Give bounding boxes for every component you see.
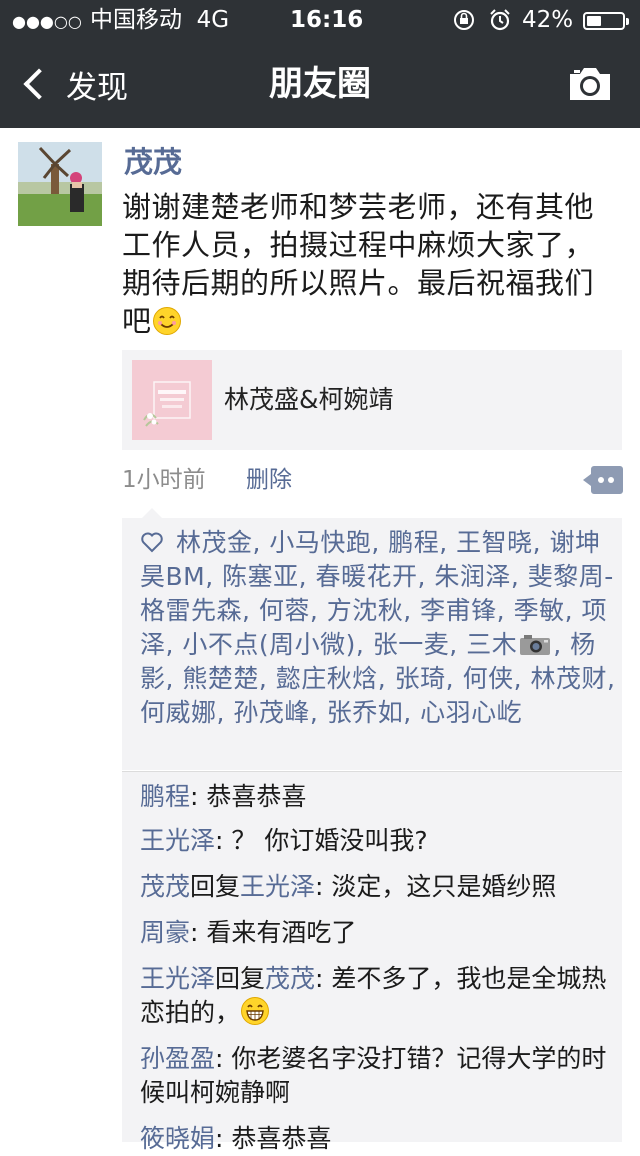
comment-item[interactable]: 王光泽: ？ 你订婚没叫我? <box>140 824 610 858</box>
comment-item[interactable]: 周豪: 看来有酒吃了 <box>140 916 610 950</box>
comment-text: : 淡定，这只是婚纱照 <box>315 872 557 901</box>
reply-word: 回复 <box>215 964 266 993</box>
likes-list: 林茂金, 小马快跑, 鹏程, 王智晓, 谢坤昊BM, 陈塞亚, 春暖花开, 朱润… <box>140 526 620 730</box>
rotation-lock-icon <box>452 8 476 38</box>
shared-link-card[interactable]: 林茂盛&柯婉靖 <box>122 350 622 450</box>
more-dots-icon <box>583 466 623 494</box>
likes-pointer <box>142 508 162 518</box>
carrier-name: 中国移动 <box>90 7 182 33</box>
post-author[interactable]: 茂茂 <box>124 142 182 182</box>
likes-section: 林茂金, 小马快跑, 鹏程, 王智晓, 谢坤昊BM, 陈塞亚, 春暖花开, 朱润… <box>122 508 622 770</box>
comment-item[interactable]: 茂茂回复王光泽: 淡定，这只是婚纱照 <box>140 870 610 904</box>
reply-to-name[interactable]: 王光泽 <box>240 872 315 901</box>
reply-to-name[interactable]: 茂茂 <box>265 964 315 993</box>
carrier-label: 中国移动 4G <box>90 7 229 33</box>
comment-action-button[interactable] <box>583 466 623 494</box>
link-thumbnail <box>132 360 212 440</box>
avatar-image <box>18 142 102 226</box>
commenter-name[interactable]: 孙盈盈 <box>140 1044 215 1073</box>
commenter-name[interactable]: 筱晓娟 <box>140 1124 215 1153</box>
comment-text: : 看来有酒吃了 <box>190 918 357 947</box>
link-title: 林茂盛&柯婉靖 <box>224 385 394 414</box>
author-avatar[interactable] <box>18 142 102 226</box>
battery-nub <box>626 18 629 25</box>
smile-emoji-icon <box>152 307 181 335</box>
comment-item[interactable]: 鹏程: 恭喜恭喜 <box>140 780 610 814</box>
status-bar: ●●●○○ 中国移动 4G 16:16 42% <box>0 0 640 40</box>
commenter-name[interactable]: 鹏程 <box>140 782 190 811</box>
battery-fill <box>587 16 601 26</box>
comment-text: : 恭喜恭喜 <box>215 1124 332 1153</box>
signal-strength: ●●●○○ <box>12 12 82 31</box>
heart-icon <box>141 532 163 553</box>
comment-text: : 恭喜恭喜 <box>190 782 307 811</box>
camera-icon <box>570 68 610 100</box>
comment-text: : ？ 你订婚没叫我? <box>215 826 428 855</box>
grin-emoji-icon <box>241 997 270 1025</box>
battery-percent: 42% <box>522 7 574 33</box>
comment-item[interactable]: 孙盈盈: 你老婆名字没打错？记得大学的时候叫柯婉静啊 <box>140 1042 610 1110</box>
reply-word: 回复 <box>190 872 241 901</box>
delete-link[interactable]: 删除 <box>246 462 292 498</box>
post-body: 谢谢建楚老师和梦芸老师，还有其他工作人员，拍摄过程中麻烦大家了，期待后期的所以照… <box>122 190 595 338</box>
status-time: 16:16 <box>290 7 364 33</box>
commenter-name[interactable]: 茂茂 <box>140 872 190 901</box>
post-text: 谢谢建楚老师和梦芸老师，还有其他工作人员，拍摄过程中麻烦大家了，期待后期的所以照… <box>122 188 622 340</box>
comment-item[interactable]: 王光泽回复茂茂: 差不多了，我也是全城热恋拍的， <box>140 962 610 1030</box>
commenter-name[interactable]: 王光泽 <box>140 964 215 993</box>
battery-icon <box>583 12 629 30</box>
commenter-name[interactable]: 王光泽 <box>140 826 215 855</box>
navigation-bar: 发现 朋友圈 <box>0 40 640 128</box>
camera-emoji-icon <box>520 635 551 655</box>
commenter-name[interactable]: 周豪 <box>140 918 190 947</box>
page-title: 朋友圈 <box>269 64 371 104</box>
camera-button[interactable] <box>566 64 614 104</box>
post-time: 1小时前 <box>122 467 206 493</box>
link-thumbnail-image <box>132 360 212 440</box>
alarm-icon <box>488 8 512 38</box>
network-type: 4G <box>196 7 230 33</box>
comments-section: 鹏程: 恭喜恭喜 王光泽: ？ 你订婚没叫我? 茂茂回复王光泽: 淡定，这只是婚… <box>122 771 622 1153</box>
comment-item[interactable]: 筱晓娟: 恭喜恭喜 <box>140 1122 610 1156</box>
